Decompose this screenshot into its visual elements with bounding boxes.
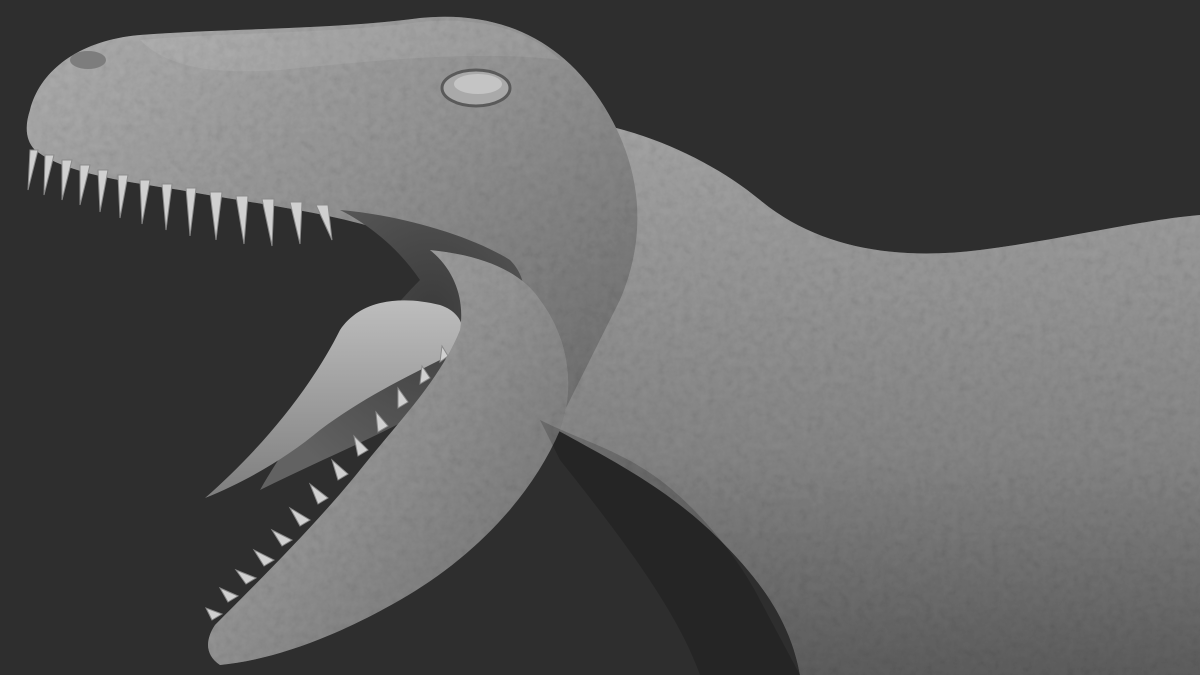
render-viewport: [0, 0, 1200, 675]
dinosaur-sculpt-render: [0, 0, 1200, 675]
eye-lid-highlight: [454, 74, 502, 94]
nostril: [70, 51, 106, 69]
